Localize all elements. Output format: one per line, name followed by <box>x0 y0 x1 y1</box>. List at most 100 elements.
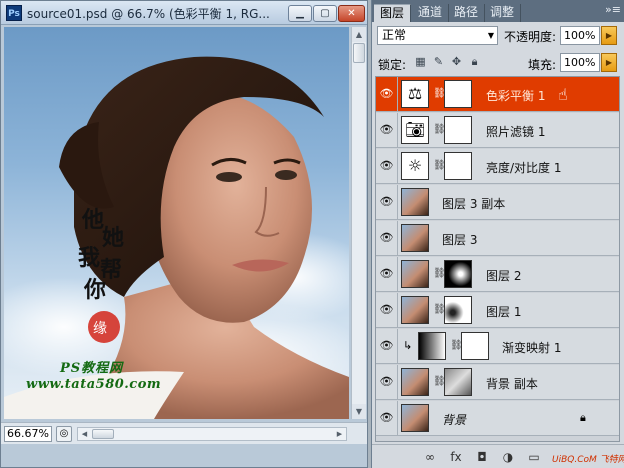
layer-thumbnail <box>401 260 429 288</box>
minimize-button[interactable]: ▁ <box>288 5 312 22</box>
lock-pixels-brush-icon[interactable]: ✎ <box>432 55 445 69</box>
lock-icon: 🔒︎ <box>580 411 586 424</box>
layer-thumbnail <box>401 368 429 396</box>
tab-adjustments[interactable]: 调整 <box>484 4 522 22</box>
scroll-right-icon[interactable]: ▶ <box>333 428 346 440</box>
status-info-icon[interactable]: ◎ <box>56 426 72 442</box>
fill-slider-button[interactable]: ▶ <box>601 53 617 72</box>
layer-style-fx-icon[interactable]: fx <box>448 449 464 465</box>
eye-icon[interactable]: 👁︎ <box>376 365 398 399</box>
layer-name: 亮度/对比度 1 <box>486 161 562 175</box>
lock-transparent-icon[interactable]: ▦ <box>414 55 427 69</box>
layer-mask-thumbnail[interactable] <box>444 260 472 288</box>
hand-cursor-icon: ☝ <box>558 85 568 104</box>
scroll-up-icon[interactable]: ▲ <box>352 27 366 42</box>
layer-mask-thumbnail[interactable] <box>444 296 472 324</box>
photoshop-app-icon: Ps <box>6 5 22 21</box>
layer-name: 照片滤镜 1 <box>486 125 546 139</box>
layers-panel: 图层 通道 路径 调整 »≡ 正常 ▼ 不透明度: 100% ▶ 锁定: ▦ ✎… <box>371 0 624 468</box>
layer-name: 图层 1 <box>486 305 522 319</box>
vertical-scroll-thumb[interactable] <box>353 43 365 63</box>
svg-text:缘: 缘 <box>93 321 107 337</box>
link-layers-icon[interactable]: ∞ <box>422 449 438 465</box>
opacity-input[interactable]: 100% <box>560 26 600 45</box>
layer-row[interactable]: 👁︎ ↳ ⛓ 渐变映射 1 <box>376 329 619 364</box>
portrait-photo: 他 她 我 帮 你 缘 <box>4 56 349 419</box>
layer-thumbnail <box>401 188 429 216</box>
clipping-mask-arrow-icon: ↳ <box>403 339 413 352</box>
layer-row[interactable]: 👁︎ 图层 3 副本 <box>376 185 619 220</box>
tab-layers[interactable]: 图层 <box>374 4 412 22</box>
lock-position-move-icon[interactable]: ✥ <box>450 55 463 69</box>
adjustment-layer-icon[interactable]: ◑ <box>500 449 516 465</box>
horizontal-scrollbar[interactable]: ◀ ▶ <box>77 427 347 441</box>
tab-channels[interactable]: 通道 <box>412 4 450 22</box>
layer-row[interactable]: 👁︎ ⛓ 图层 1 <box>376 293 619 328</box>
eye-icon[interactable]: 👁︎ <box>376 221 398 255</box>
layer-mask-thumbnail[interactable] <box>444 368 472 396</box>
maximize-button[interactable]: ▢ <box>313 5 337 22</box>
svg-text:你: 你 <box>83 277 106 303</box>
new-group-folder-icon[interactable]: ▭ <box>526 449 542 465</box>
panel-menu-icon[interactable]: »≡ <box>605 3 621 16</box>
eye-icon[interactable]: 👁︎ <box>376 257 398 291</box>
layer-row[interactable]: 👁︎ 背景 🔒︎ <box>376 401 619 436</box>
eye-icon[interactable]: 👁︎ <box>376 329 398 363</box>
eye-icon[interactable]: 👁︎ <box>376 113 398 147</box>
tab-paths[interactable]: 路径 <box>448 4 486 22</box>
scroll-left-icon[interactable]: ◀ <box>78 428 91 440</box>
layer-mask-thumbnail[interactable] <box>444 152 472 180</box>
document-title: source01.psd @ 66.7% (色彩平衡 1, RG... <box>27 7 270 21</box>
layer-name: 图层 2 <box>486 269 522 283</box>
image-canvas[interactable]: 他 她 我 帮 你 缘 PS教程网 www.tata580.com <box>4 27 349 419</box>
eye-icon[interactable]: 👁︎ <box>376 185 398 219</box>
canvas-watermark-title: PS教程网 <box>60 361 124 376</box>
eye-icon[interactable]: 👁︎ <box>376 149 398 183</box>
footer-watermark: UiBQ.CoM 飞特网 <box>552 455 624 465</box>
add-mask-icon[interactable]: ◘ <box>474 449 490 465</box>
panel-tabs: 图层 通道 路径 调整 »≡ <box>372 0 624 22</box>
layer-thumbnail <box>401 404 429 432</box>
horizontal-scroll-thumb[interactable] <box>92 429 114 439</box>
document-titlebar[interactable]: Ps source01.psd @ 66.7% (色彩平衡 1, RG... ▁… <box>1 1 367 25</box>
balance-icon: ⚖ <box>401 80 429 108</box>
blend-mode-select[interactable]: 正常 ▼ <box>377 26 498 45</box>
camera-icon: 📷︎ <box>401 116 429 144</box>
canvas-watermark-url: www.tata580.com <box>26 377 162 392</box>
layer-row[interactable]: 👁︎ ⛓ 背景 副本 <box>376 365 619 400</box>
eye-icon[interactable]: 👁︎ <box>376 77 398 111</box>
close-button[interactable]: ✕ <box>338 5 365 22</box>
lock-label: 锁定: <box>378 58 407 72</box>
gradient-thumbnail <box>418 332 446 360</box>
layer-name: 渐变映射 1 <box>502 341 562 355</box>
photoshop-workspace: Ps source01.psd @ 66.7% (色彩平衡 1, RG... ▁… <box>0 0 624 468</box>
lock-all-icon[interactable]: 🔒︎ <box>468 55 481 69</box>
layer-mask-thumbnail[interactable] <box>444 80 472 108</box>
layer-thumbnail <box>401 296 429 324</box>
layer-name: 色彩平衡 1 <box>486 89 546 103</box>
layer-row[interactable]: 👁︎ ⛓ 图层 2 <box>376 257 619 292</box>
vertical-scrollbar[interactable]: ▲ ▼ <box>351 27 366 419</box>
eye-icon[interactable]: 👁︎ <box>376 401 398 435</box>
layer-row[interactable]: 👁︎ ⚖ ⛓ 色彩平衡 1 ☝ <box>376 77 619 112</box>
layer-row[interactable]: 👁︎ 📷︎ ⛓ 照片滤镜 1 <box>376 113 619 148</box>
layer-name: 背景 <box>442 413 467 427</box>
layer-mask-thumbnail[interactable] <box>444 116 472 144</box>
zoom-level-input[interactable]: 66.67% <box>4 426 52 442</box>
fill-input[interactable]: 100% <box>560 53 600 72</box>
scroll-down-icon[interactable]: ▼ <box>352 404 366 419</box>
svg-text:他: 他 <box>81 207 104 233</box>
layer-name: 图层 3 <box>442 233 478 247</box>
fill-label: 填充: <box>528 58 557 72</box>
layer-row[interactable]: 👁︎ 图层 3 <box>376 221 619 256</box>
svg-text:她: 她 <box>102 225 124 251</box>
brightness-icon: ☼ <box>401 152 429 180</box>
panel-footer: ∞ fx ◘ ◑ ▭ UiBQ.CoM 飞特网 <box>372 444 624 468</box>
layer-row[interactable]: 👁︎ ☼ ⛓ 亮度/对比度 1 <box>376 149 619 184</box>
eye-icon[interactable]: 👁︎ <box>376 293 398 327</box>
blend-mode-value: 正常 <box>382 28 407 42</box>
opacity-slider-button[interactable]: ▶ <box>601 26 617 45</box>
layer-mask-thumbnail[interactable] <box>461 332 489 360</box>
document-statusbar: 66.67% ◎ ◀ ▶ <box>1 422 367 444</box>
svg-text:我: 我 <box>78 245 100 271</box>
